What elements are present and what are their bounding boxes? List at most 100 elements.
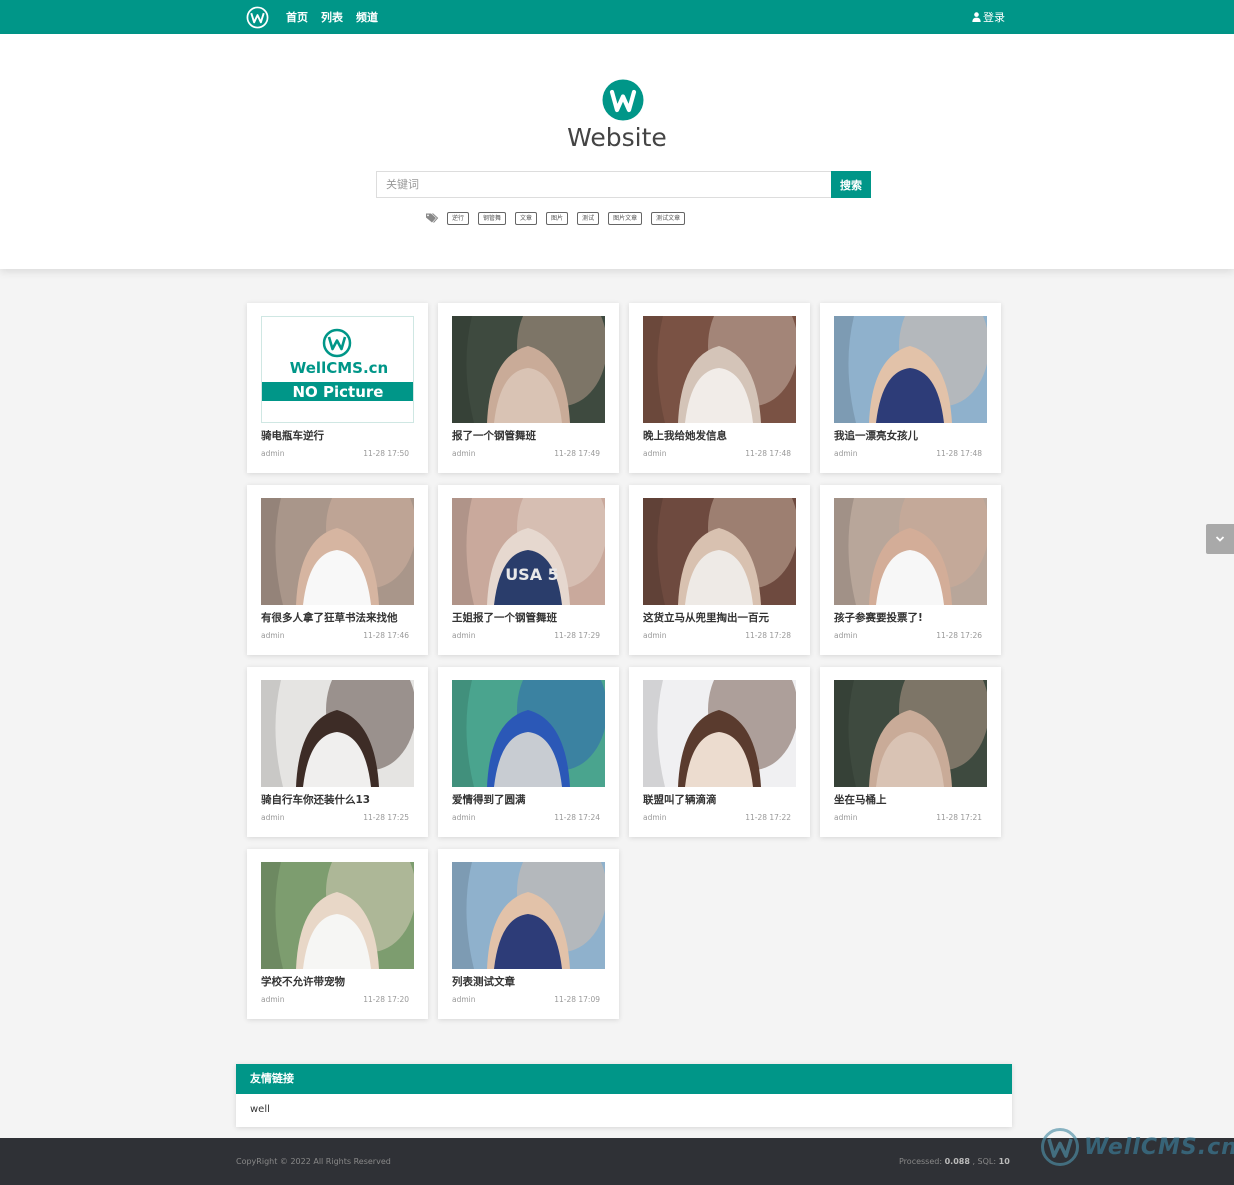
search-form: 搜索 (376, 171, 871, 198)
photo-image (261, 862, 414, 969)
processed-value: 0.088 (944, 1157, 970, 1166)
post-title[interactable]: 晚上我给她发信息 (643, 428, 798, 443)
post-title[interactable]: 这货立马从兜里掏出一百元 (643, 610, 798, 625)
post-author[interactable]: admin (643, 631, 667, 640)
post-card[interactable]: 列表测试文章 admin 11-28 17:09 (438, 849, 619, 1019)
search-button[interactable]: 搜索 (831, 171, 871, 198)
post-thumbnail[interactable] (261, 862, 414, 969)
copyright-text: CopyRight © 2022 All Rights Reserved (236, 1157, 391, 1166)
login-label: 登录 (983, 11, 1005, 24)
post-title[interactable]: 坐在马桶上 (834, 792, 989, 807)
post-card[interactable]: 这货立马从兜里掏出一百元 admin 11-28 17:28 (629, 485, 810, 655)
tags-icon (426, 213, 439, 223)
post-card[interactable]: USA 5 王姐报了一个钢管舞班 admin 11-28 17:29 (438, 485, 619, 655)
post-card[interactable]: 孩子参赛要投票了! admin 11-28 17:26 (820, 485, 1001, 655)
post-author[interactable]: admin (261, 995, 285, 1004)
post-thumbnail[interactable] (643, 680, 796, 787)
nav-menu: 首页 列表 频道 (286, 0, 391, 34)
tag-item[interactable]: 图片文章 (608, 211, 643, 225)
tag-item[interactable]: 文章 (515, 211, 538, 225)
post-author[interactable]: admin (834, 449, 858, 458)
post-thumbnail[interactable] (834, 680, 987, 787)
photo-image (834, 498, 987, 605)
wellcms-logo-icon[interactable] (246, 6, 269, 29)
post-title[interactable]: 有很多人拿了狂草书法来找他 (261, 610, 416, 625)
post-time: 11-28 17:22 (745, 813, 791, 822)
post-author[interactable]: admin (452, 813, 476, 822)
post-card[interactable]: 我追一漂亮女孩儿 admin 11-28 17:48 (820, 303, 1001, 473)
post-card[interactable]: 坐在马桶上 admin 11-28 17:21 (820, 667, 1001, 837)
tag-item[interactable]: 测试 (577, 211, 600, 225)
post-thumbnail[interactable]: USA 5 (452, 498, 605, 605)
post-title[interactable]: 我追一漂亮女孩儿 (834, 428, 989, 443)
photo-image (643, 498, 796, 605)
shirt-print-text: USA 5 (505, 565, 559, 584)
sql-value: 10 (998, 1157, 1010, 1166)
post-author[interactable]: admin (643, 813, 667, 822)
post-author[interactable]: admin (834, 631, 858, 640)
post-thumbnail[interactable] (261, 498, 414, 605)
post-thumbnail[interactable] (834, 316, 987, 423)
post-thumbnail[interactable]: WellCMS.cn NO Picture (261, 316, 414, 423)
processed-label: Processed: (899, 1157, 943, 1166)
placeholder-brand: WellCMS.cn (290, 359, 388, 377)
post-card[interactable]: 有很多人拿了狂草书法来找他 admin 11-28 17:46 (247, 485, 428, 655)
login-link[interactable]: 登录 (972, 0, 1005, 34)
post-author[interactable]: admin (452, 995, 476, 1004)
post-thumbnail[interactable] (452, 316, 605, 423)
post-thumbnail[interactable] (643, 498, 796, 605)
post-title[interactable]: 列表测试文章 (452, 974, 607, 989)
scroll-down-button[interactable] (1206, 524, 1234, 554)
post-author[interactable]: admin (452, 631, 476, 640)
post-author[interactable]: admin (261, 813, 285, 822)
post-title[interactable]: 王姐报了一个钢管舞班 (452, 610, 607, 625)
friend-link[interactable]: well (250, 1104, 270, 1115)
post-card[interactable]: 爱情得到了圆满 admin 11-28 17:24 (438, 667, 619, 837)
post-author[interactable]: admin (261, 449, 285, 458)
post-author[interactable]: admin (643, 449, 667, 458)
site-name: Website (567, 123, 667, 152)
post-author[interactable]: admin (261, 631, 285, 640)
post-time: 11-28 17:09 (554, 995, 600, 1004)
tag-item[interactable]: 逆行 (447, 211, 470, 225)
photo-image (834, 680, 987, 787)
post-thumbnail[interactable] (452, 680, 605, 787)
nav-item-list[interactable]: 列表 (321, 9, 343, 25)
photo-image (261, 680, 414, 787)
post-title[interactable]: 骑自行车你还装什么13 (261, 792, 416, 807)
post-thumbnail[interactable] (834, 498, 987, 605)
search-input[interactable] (376, 171, 831, 198)
tag-item[interactable]: 图片 (546, 211, 569, 225)
nav-item-channel[interactable]: 频道 (356, 9, 378, 25)
post-card[interactable]: 晚上我给她发信息 admin 11-28 17:48 (629, 303, 810, 473)
post-title[interactable]: 孩子参赛要投票了! (834, 610, 989, 625)
post-time: 11-28 17:24 (554, 813, 600, 822)
post-thumbnail[interactable] (261, 680, 414, 787)
post-time: 11-28 17:49 (554, 449, 600, 458)
post-thumbnail[interactable] (452, 862, 605, 969)
tag-item[interactable]: 测试文章 (651, 211, 686, 225)
photo-image (834, 316, 987, 423)
post-author[interactable]: admin (834, 813, 858, 822)
nav-item-home[interactable]: 首页 (286, 9, 308, 25)
chevron-down-icon (1215, 536, 1225, 542)
post-title[interactable]: 学校不允许带宠物 (261, 974, 416, 989)
post-title[interactable]: 报了一个钢管舞班 (452, 428, 607, 443)
post-title[interactable]: 爱情得到了圆满 (452, 792, 607, 807)
site-logo-icon[interactable] (602, 79, 644, 121)
post-title[interactable]: 骑电瓶车逆行 (261, 428, 416, 443)
placeholder-label: NO Picture (293, 383, 384, 401)
post-thumbnail[interactable] (643, 316, 796, 423)
friend-links-title: 友情链接 (236, 1064, 1012, 1094)
post-card[interactable]: 报了一个钢管舞班 admin 11-28 17:49 (438, 303, 619, 473)
post-author[interactable]: admin (452, 449, 476, 458)
sql-label: , SQL: (972, 1157, 997, 1166)
post-time: 11-28 17:46 (363, 631, 409, 640)
post-card[interactable]: 联盟叫了辆滴滴 admin 11-28 17:22 (629, 667, 810, 837)
post-card[interactable]: 学校不允许带宠物 admin 11-28 17:20 (247, 849, 428, 1019)
tag-item[interactable]: 钢管舞 (478, 211, 507, 225)
post-card[interactable]: 骑自行车你还装什么13 admin 11-28 17:25 (247, 667, 428, 837)
user-icon (972, 12, 981, 22)
post-card[interactable]: WellCMS.cn NO Picture 骑电瓶车逆行 admin 11-28 17:… (247, 303, 428, 473)
post-title[interactable]: 联盟叫了辆滴滴 (643, 792, 798, 807)
